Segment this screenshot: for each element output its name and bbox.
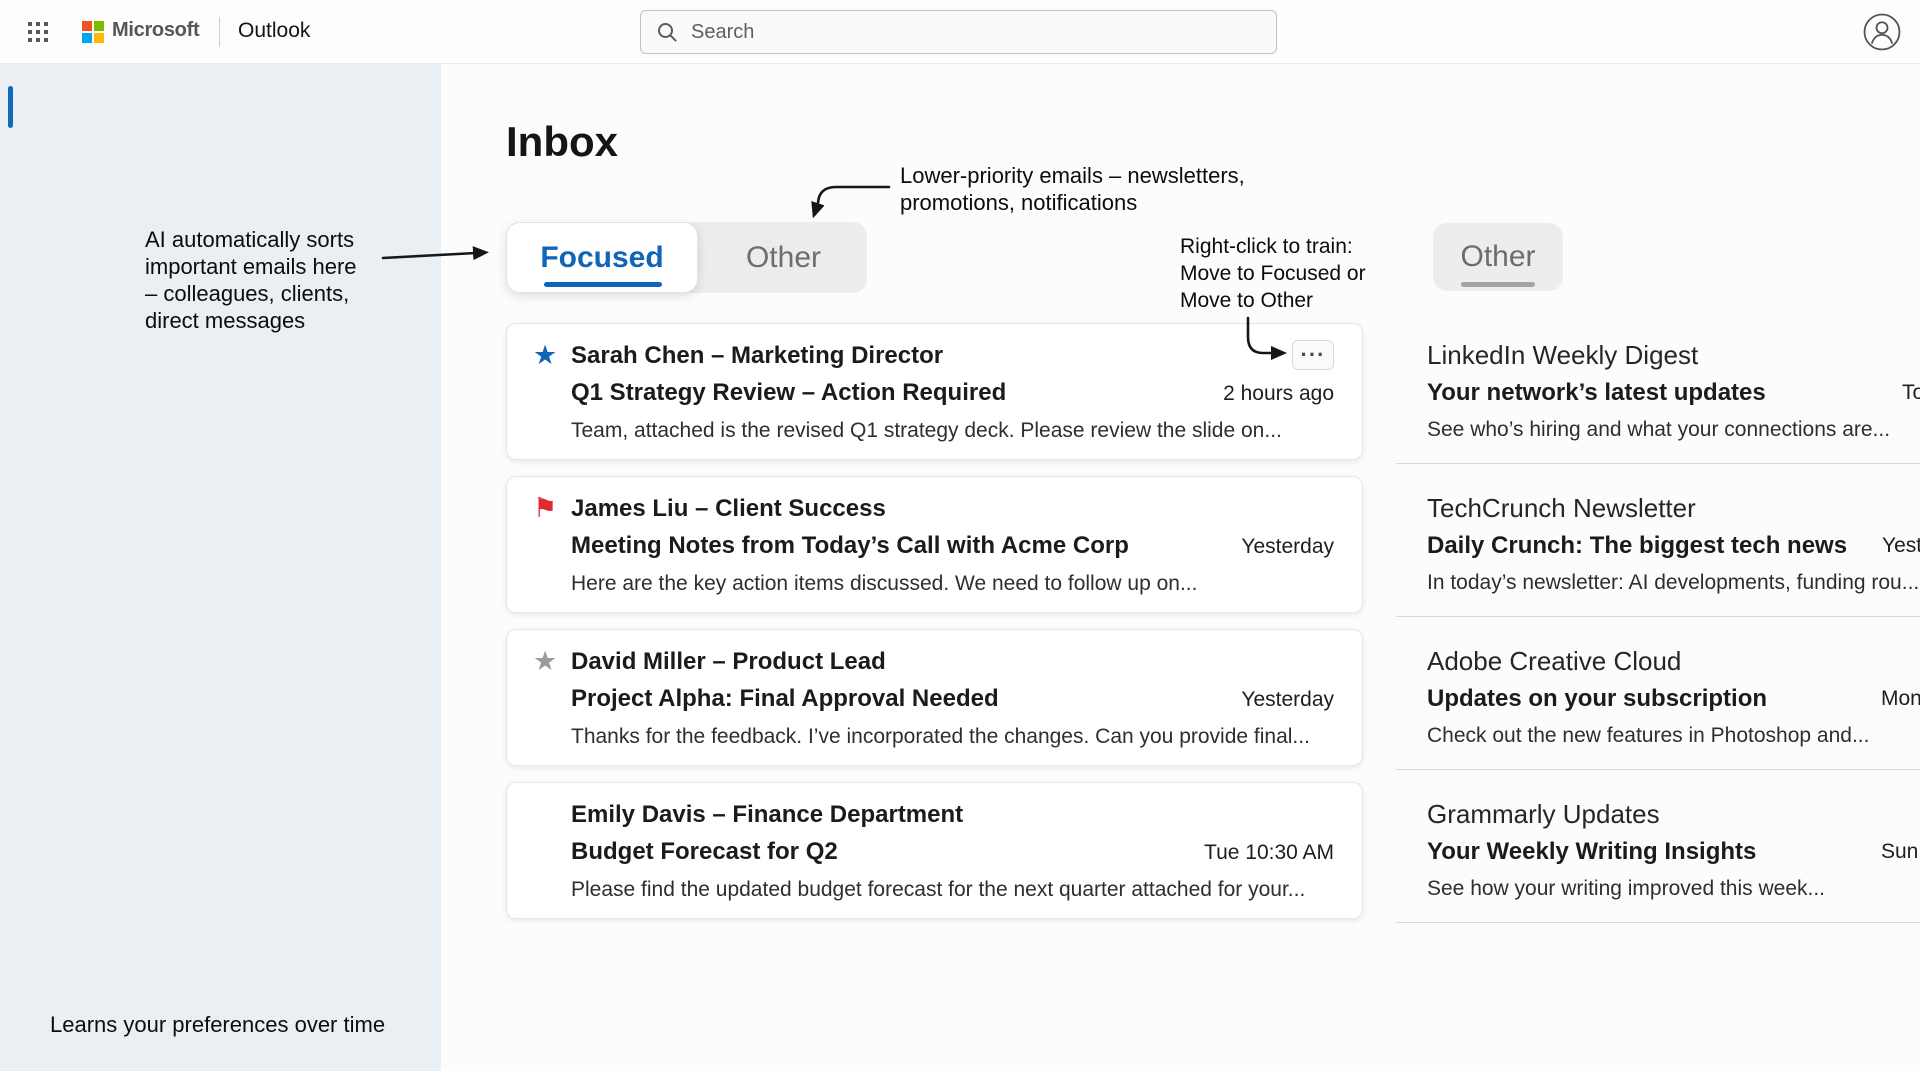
annotation-learns-preferences: Learns your preferences over time: [50, 1012, 385, 1038]
email-preview: Check out the new features in Photoshop …: [1427, 717, 1920, 754]
email-sender: Adobe Creative Cloud: [1427, 643, 1920, 680]
search-icon: [655, 20, 679, 44]
email-time: Yesterday: [1882, 534, 1920, 558]
email-subject-row: Budget Forecast for Q2 Tue 10:30 AM: [571, 833, 1334, 871]
email-time: Yesterday: [1225, 681, 1334, 718]
email-content: Emily Davis – Finance Department Budget …: [571, 796, 1334, 918]
email-sender: Emily Davis – Finance Department: [571, 796, 1334, 833]
left-sidebar: Learns your preferences over time: [0, 64, 441, 1071]
annotation-line: direct messages: [145, 307, 357, 334]
email-preview: Team, attached is the revised Q1 strateg…: [571, 412, 1334, 449]
other-email-row[interactable]: LinkedIn Weekly Digest Your network’s la…: [1396, 311, 1920, 464]
email-card[interactable]: ★ David Miller – Product Lead Project Al…: [506, 629, 1363, 766]
email-subject: Q1 Strategy Review – Action Required: [571, 374, 1006, 411]
star-icon: ★: [533, 337, 571, 459]
email-subject: Your network’s latest updates: [1427, 374, 1920, 411]
email-time: Today: [1902, 381, 1920, 405]
search-bar: [640, 10, 1277, 54]
more-options-button[interactable]: ···: [1292, 340, 1334, 370]
annotation-line: promotions, notifications: [900, 189, 1245, 216]
other-column-underline: [1461, 282, 1535, 287]
page-title: Inbox: [506, 118, 618, 166]
outlook-window: Microsoft Outlook Learns your preferenc: [0, 0, 1920, 1071]
tab-other-column[interactable]: Other: [1433, 223, 1563, 291]
top-bar: Microsoft Outlook: [0, 0, 1920, 64]
focused-active-underline: [544, 282, 662, 287]
email-preview: Please find the updated budget forecast …: [571, 871, 1334, 908]
star-icon: ★: [533, 643, 571, 765]
email-subject: Project Alpha: Final Approval Needed: [571, 680, 999, 717]
email-time: Sun: [1881, 840, 1918, 864]
email-sender: David Miller – Product Lead: [571, 643, 1334, 680]
tab-other-label: Other: [746, 241, 821, 275]
microsoft-wordmark: Microsoft: [112, 19, 199, 42]
email-sender: Grammarly Updates: [1427, 796, 1920, 833]
email-time: 2 hours ago: [1207, 375, 1334, 412]
annotation-line: important emails here: [145, 253, 357, 280]
annotation-line: Lower-priority emails – newsletters,: [900, 162, 1245, 189]
ms-logo-square-blue: [82, 33, 92, 43]
email-subject: Daily Crunch: The biggest tech news: [1427, 527, 1920, 564]
ms-logo-square-red: [82, 21, 92, 31]
email-sender: TechCrunch Newsletter: [1427, 490, 1920, 527]
nav-selection-accent: [8, 86, 13, 128]
topbar-divider: [219, 17, 220, 47]
email-card[interactable]: ⚑ James Liu – Client Success Meeting Not…: [506, 476, 1363, 613]
account-icon[interactable]: [1863, 13, 1901, 51]
annotation-train-note: Right-click to train: Move to Focused or…: [1180, 233, 1366, 314]
annotation-focused-note: AI automatically sorts important emails …: [145, 226, 357, 334]
email-subject-row: Meeting Notes from Today’s Call with Acm…: [571, 527, 1334, 565]
email-preview: See how your writing improved this week.…: [1427, 870, 1920, 907]
email-sender: LinkedIn Weekly Digest: [1427, 337, 1920, 374]
tab-focused-label: Focused: [540, 241, 663, 275]
email-subject: Budget Forecast for Q2: [571, 833, 838, 870]
inbox-tab-group: Other Focused: [506, 222, 867, 293]
email-time: Mon: [1881, 687, 1920, 711]
tab-focused[interactable]: Focused: [506, 222, 698, 293]
email-preview: Thanks for the feedback. I’ve incorporat…: [571, 718, 1334, 755]
email-sender: James Liu – Client Success: [571, 490, 1334, 527]
email-preview: In today’s newsletter: AI developments, …: [1427, 564, 1920, 601]
email-content: David Miller – Product Lead Project Alph…: [571, 643, 1334, 765]
email-card[interactable]: Emily Davis – Finance Department Budget …: [506, 782, 1363, 919]
search-input[interactable]: [691, 21, 1262, 44]
email-sender: Sarah Chen – Marketing Director: [571, 337, 1334, 374]
person-circle-icon: [1863, 13, 1901, 51]
ms-logo-square-yellow: [94, 33, 104, 43]
annotation-other-note: Lower-priority emails – newsletters, pro…: [900, 162, 1245, 216]
email-preview: See who’s hiring and what your connectio…: [1427, 411, 1920, 448]
waffle-grid-icon: [26, 20, 50, 44]
email-subject-row: Q1 Strategy Review – Action Required 2 h…: [571, 374, 1334, 412]
hamburger-menu-icon[interactable]: [25, 90, 55, 120]
annotation-line: Move to Other: [1180, 287, 1366, 314]
annotation-line: AI automatically sorts: [145, 226, 357, 253]
no-icon-spacer: [533, 796, 571, 918]
email-content: Sarah Chen – Marketing Director Q1 Strat…: [571, 337, 1334, 459]
email-subject-row: Project Alpha: Final Approval Needed Yes…: [571, 680, 1334, 718]
microsoft-logo-icon: [82, 21, 104, 43]
tab-other-column-label: Other: [1460, 240, 1535, 274]
annotation-line: Move to Focused or: [1180, 260, 1366, 287]
other-email-row[interactable]: Grammarly Updates Your Weekly Writing In…: [1396, 770, 1920, 923]
other-email-row[interactable]: TechCrunch Newsletter Daily Crunch: The …: [1396, 464, 1920, 617]
email-subject: Meeting Notes from Today’s Call with Acm…: [571, 527, 1129, 564]
annotation-line: Right-click to train:: [1180, 233, 1366, 260]
email-content: James Liu – Client Success Meeting Notes…: [571, 490, 1334, 612]
ms-logo-square-green: [94, 21, 104, 31]
email-card[interactable]: ★ Sarah Chen – Marketing Director Q1 Str…: [506, 323, 1363, 460]
email-subject: Updates on your subscription: [1427, 680, 1920, 717]
other-email-row[interactable]: Adobe Creative Cloud Updates on your sub…: [1396, 617, 1920, 770]
email-time: Yesterday: [1225, 528, 1334, 565]
email-time: Tue 10:30 AM: [1188, 834, 1334, 871]
annotation-line: – colleagues, clients,: [145, 280, 357, 307]
app-launcher-icon[interactable]: [20, 14, 56, 50]
app-name: Outlook: [238, 19, 310, 43]
email-subject: Your Weekly Writing Insights: [1427, 833, 1920, 870]
email-preview: Here are the key action items discussed.…: [571, 565, 1334, 602]
flag-icon: ⚑: [533, 490, 571, 612]
